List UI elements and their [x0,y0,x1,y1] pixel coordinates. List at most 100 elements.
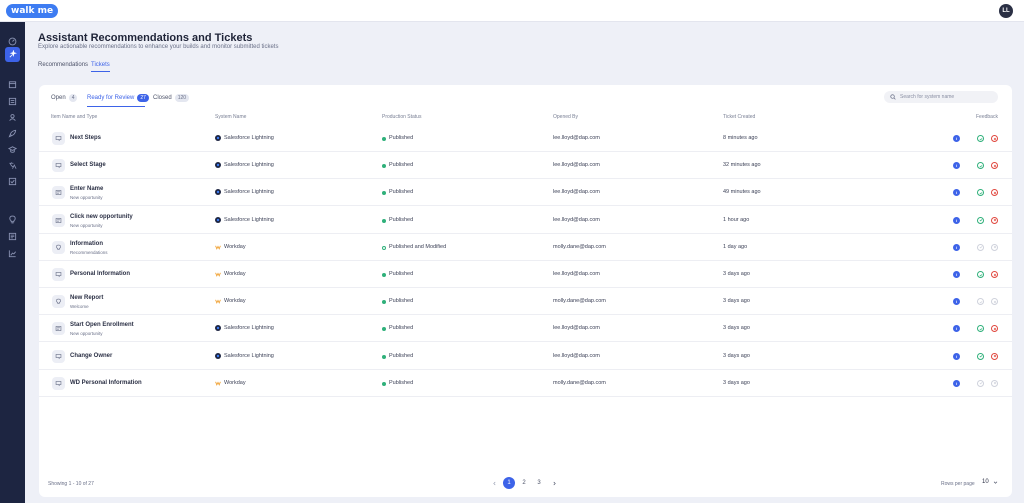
item-name[interactable]: Enter Name [70,186,103,192]
cap-icon[interactable] [5,142,20,157]
table-row[interactable]: Click new opportunity New opportunity Sale… [39,207,1012,234]
item-name[interactable]: Personal Information [70,271,130,277]
column-header[interactable]: Item Name and Type [51,114,97,120]
system-name: Workday [224,379,246,386]
approve-button[interactable] [977,243,984,251]
walkme-logo[interactable]: walk me [6,4,59,18]
subtab-closed[interactable]: Closed 120 [153,94,190,102]
approve-button[interactable] [977,298,984,306]
tab-recommendations[interactable]: Recommendations [38,62,88,68]
report-icon[interactable] [5,229,20,244]
translate-icon[interactable] [5,158,20,173]
info-icon[interactable]: i [953,135,960,142]
approve-button[interactable] [977,352,984,360]
table-row[interactable]: Select Stage Salesforce Lightning Publishe… [39,152,1012,180]
page-button[interactable]: 3 [533,477,545,489]
calendar-icon[interactable] [5,77,20,92]
info-icon[interactable]: i [953,216,960,224]
checklist-icon[interactable] [5,174,20,189]
info-icon[interactable]: i [953,298,960,306]
item-name[interactable]: Click new opportunity [70,214,133,220]
table-row[interactable]: Information Recommendations Workday Publish… [39,234,1012,261]
next-page-button[interactable] [548,477,560,489]
tab-tickets[interactable]: Tickets [91,62,110,68]
close-icon [993,218,996,222]
column-header[interactable]: Production Status [382,114,421,120]
item-name[interactable]: Next Steps [70,135,101,141]
subtab-label: Closed [153,95,172,101]
info-icon[interactable]: i [953,162,960,170]
reject-button[interactable] [991,352,998,360]
chart-icon[interactable] [5,246,20,261]
subtab-ready-for-review[interactable]: Ready for Review 27 [87,94,149,102]
page-button[interactable]: 2 [518,477,530,489]
assistant-icon[interactable] [5,47,20,62]
close-icon [993,164,996,167]
reject-button[interactable] [991,216,998,224]
approve-button[interactable] [977,325,984,333]
item-type: New opportunity [70,331,103,337]
approve-button[interactable] [977,216,984,224]
approve-button[interactable] [977,189,984,197]
subtab-open[interactable]: Open 4 [51,94,78,102]
reject-button[interactable] [991,135,998,142]
table-row[interactable]: WD Personal Information Workday Published m… [39,370,1012,397]
column-header[interactable]: Opened By [553,114,578,120]
approve-button[interactable] [977,379,984,387]
count-badge: 27 [137,94,149,102]
item-name[interactable]: Information [70,241,103,247]
reject-button[interactable] [991,189,998,197]
item-name[interactable]: New Report [70,295,103,301]
salesforce-icon [215,216,221,223]
info-icon[interactable]: i [953,189,960,197]
salesforce-icon [215,325,221,332]
table-row[interactable]: Start Open Enrollment New opportunity Sale… [39,315,1012,343]
info-icon[interactable]: i [953,271,960,278]
table-row[interactable]: New Report Welcome Workday Published molly.d… [39,288,1012,316]
opened-by: lee.lloyd@dap.com [553,162,600,169]
item-type: Recommendations [70,249,108,255]
table-row[interactable]: Enter Name New opportunity Salesforce Ligh… [39,179,1012,207]
people-icon[interactable] [5,110,20,125]
table-row[interactable]: Personal Information Workday Published lee.… [39,261,1012,288]
production-status: Published [389,352,414,359]
approve-button[interactable] [977,135,984,142]
reject-button[interactable] [991,243,998,251]
ticket-created: 3 days ago [723,352,750,359]
info-icon[interactable]: i [953,325,960,333]
top-bar: walk me LL [0,0,1024,22]
item-name[interactable]: Select Stage [70,162,106,168]
rocket-icon[interactable] [5,126,20,141]
opened-by: molly.dane@dap.com [553,243,606,250]
check-icon [979,137,982,140]
check-icon [979,191,982,195]
reject-button[interactable] [991,162,998,170]
info-icon[interactable]: i [953,379,960,387]
production-status: Published [389,325,414,332]
search-input[interactable] [900,94,990,100]
rows-per-page-select[interactable]: 10 [982,479,998,485]
status-dot-icon [382,191,386,196]
column-header[interactable]: Ticket Created [723,114,755,120]
bulb-icon[interactable] [5,212,20,227]
table-row[interactable]: Next Steps Salesforce Lightning Published l… [39,125,1012,152]
info-icon[interactable]: i [953,352,960,360]
approve-button[interactable] [977,162,984,170]
approve-button[interactable] [977,271,984,278]
column-header[interactable]: System Name [215,114,246,120]
user-avatar[interactable]: LL [999,4,1013,18]
item-name[interactable]: Change Owner [70,353,112,359]
item-name[interactable]: WD Personal Information [70,380,142,386]
page-button[interactable]: 1 [503,477,515,489]
reject-button[interactable] [991,379,998,387]
item-name[interactable]: Start Open Enrollment [70,322,134,328]
table-row[interactable]: Change Owner Salesforce Lightning Publishe… [39,343,1012,370]
info-icon[interactable]: i [953,243,960,251]
reject-button[interactable] [991,298,998,306]
ticket-created: 3 days ago [723,379,750,386]
column-header[interactable]: Feedback [976,114,998,120]
prev-page-button[interactable] [488,477,500,489]
reject-button[interactable] [991,325,998,333]
list-icon[interactable] [5,94,20,109]
reject-button[interactable] [991,271,998,278]
